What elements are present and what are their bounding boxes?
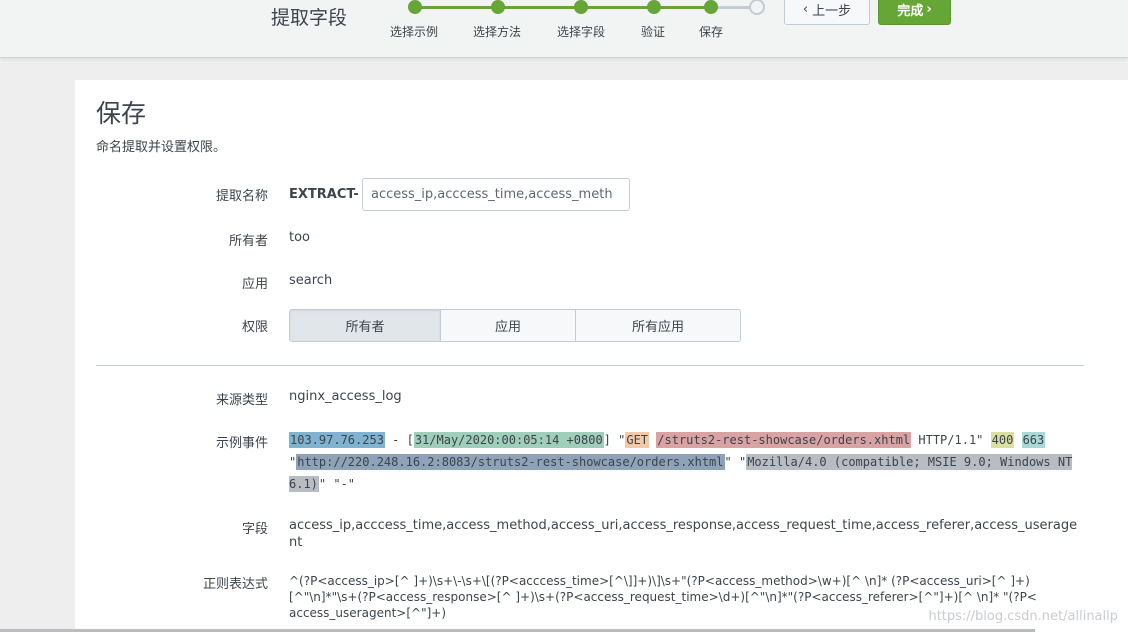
step-dot-3 (574, 0, 588, 14)
sourcetype-label: 来源类型 (215, 393, 268, 408)
app-label: 应用 (241, 277, 268, 292)
regex-label: 正则表达式 (202, 577, 268, 592)
extraction-name-label: 提取名称 (215, 189, 268, 204)
section-divider (96, 365, 1084, 366)
previous-button-label: 上一步 (812, 4, 852, 19)
step-dot-1 (408, 0, 422, 14)
permissions-label: 权限 (241, 320, 268, 335)
sample-text: - [ (384, 433, 414, 447)
step-label-save: 保存 (699, 25, 724, 39)
sample-field-time: 31/May/2020:00:05:14 +0800 (413, 432, 604, 448)
save-panel: 保存 命名提取并设置权限。 提取名称 EXTRACT- 所有者 too 应用 s… (75, 80, 1128, 632)
step-label-select-fields: 选择字段 (557, 25, 606, 39)
step-dot-final (749, 0, 765, 15)
sample-field-method: GET (625, 432, 650, 448)
sample-text: ] " (603, 433, 626, 447)
sample-field-response: 400 (990, 432, 1015, 448)
step-dot-2 (491, 0, 505, 14)
steps-progress-line (415, 6, 711, 9)
perm-option-owner[interactable]: 所有者 (290, 310, 441, 341)
sample-event-label: 示例事件 (215, 436, 268, 451)
sample-text: " " (724, 455, 747, 469)
sample-text: HTTP/1.1" (911, 433, 991, 447)
sourcetype-value: nginx_access_log (289, 389, 402, 404)
regex-value: ^(?P<access_ip>[^ ]+)\s+\-\s+\[(?P<accce… (289, 574, 1037, 620)
section-subtitle: 命名提取并设置权限。 (96, 140, 227, 155)
step-dot-5 (704, 0, 718, 14)
permissions-toggle: 所有者 应用 所有应用 (289, 309, 741, 342)
finish-button[interactable]: 完成 › (878, 0, 951, 25)
step-label-select-sample: 选择示例 (390, 25, 439, 39)
chevron-left-icon: ‹ (802, 2, 809, 17)
finish-button-label: 完成 (897, 4, 924, 19)
wizard-header: 提取字段 选择示例 选择方法 选择字段 验证 保存 ‹ 上一步 完成 › (0, 0, 1128, 58)
watermark: https://blog.csdn.net/allinallp (928, 609, 1118, 624)
fields-label: 字段 (241, 522, 268, 537)
sample-field-ip: 103.97.76.253 (289, 432, 385, 448)
perm-option-app[interactable]: 应用 (441, 310, 576, 341)
extraction-name-prefix: EXTRACT- (289, 187, 359, 202)
chevron-right-icon: › (926, 2, 932, 17)
sample-event: 103.97.76.253 - [31/May/2020:00:05:14 +0… (289, 429, 1079, 495)
sample-text: " "-" (318, 477, 356, 491)
app-value: search (289, 273, 333, 288)
sample-field-uri: /struts2-rest-showcase/orders.xhtml (656, 432, 912, 448)
owner-value: too (289, 230, 311, 245)
step-dot-4 (647, 0, 661, 14)
sample-field-request-time: 663 (1021, 432, 1046, 448)
sample-field-referer: http://220.248.16.2:8083/struts2-rest-sh… (296, 454, 725, 470)
sample-text (1014, 433, 1021, 447)
perm-option-all-apps[interactable]: 所有应用 (576, 310, 740, 341)
step-label-validate: 验证 (641, 25, 666, 39)
previous-button[interactable]: ‹ 上一步 (784, 0, 870, 25)
owner-label: 所有者 (228, 234, 268, 249)
wizard-steps: 选择示例 选择方法 选择字段 验证 保存 (0, 0, 800, 57)
extraction-name-input[interactable] (362, 178, 630, 211)
fields-value: access_ip,acccess_time,access_method,acc… (289, 518, 1078, 550)
step-label-select-method: 选择方法 (473, 25, 522, 39)
section-title: 保存 (96, 99, 147, 128)
